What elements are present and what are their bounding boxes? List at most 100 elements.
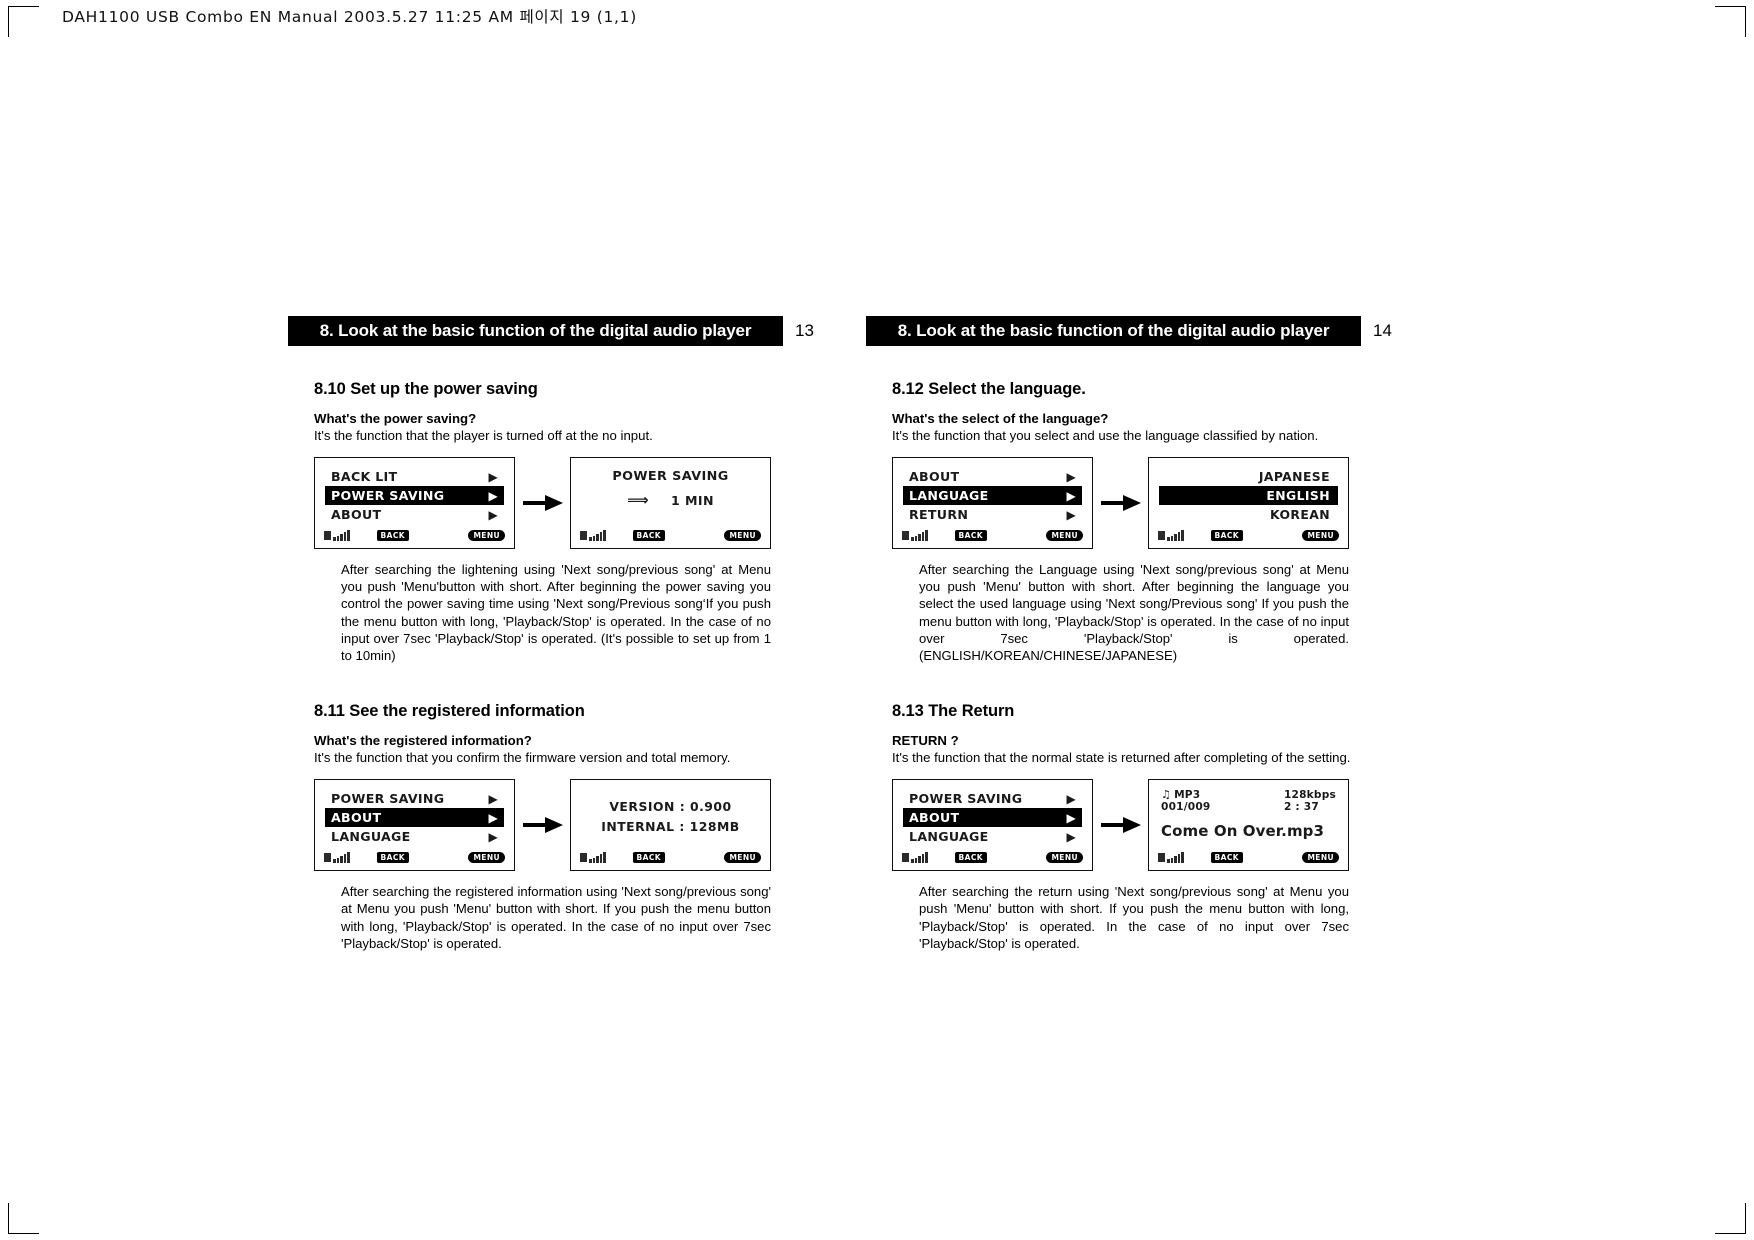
lcd-status-bar: BACK MENU — [893, 850, 1092, 864]
page-header: 8. Look at the basic function of the dig… — [866, 316, 1406, 346]
lcd-menu-item[interactable]: LANGUAGE ▶ — [325, 827, 504, 846]
signal-bar — [603, 851, 606, 863]
lcd-diagram-row: ABOUT ▶ LANGUAGE ▶ RETURN ▶ BACK MENU JAPANESE EN… — [892, 457, 1406, 549]
lcd-screen: POWER SAVING ⟹ 1 MIN BACK MENU — [570, 457, 771, 549]
signal-bar — [1174, 855, 1177, 863]
lcd-language-item[interactable]: KOREAN — [1159, 505, 1338, 524]
lcd-menu-item[interactable]: ABOUT ▶ — [325, 505, 504, 524]
signal-level-icon — [1167, 529, 1184, 541]
back-badge: BACK — [1210, 851, 1243, 863]
play-triangle-icon: ▶ — [488, 507, 498, 522]
lcd-menu-item[interactable]: LANGUAGE ▶ — [903, 827, 1082, 846]
flow-arrow-icon — [1093, 814, 1148, 836]
signal-bar — [347, 851, 350, 863]
play-triangle-icon: ▶ — [488, 791, 498, 806]
lcd-status-bar: BACK MENU — [315, 528, 514, 542]
signal-bar — [918, 855, 921, 863]
now-playing-format: MP3 — [1174, 789, 1201, 802]
menu-badge: MENU — [1046, 529, 1083, 541]
lcd-menu-label: ABOUT — [909, 810, 960, 826]
crop-mark-bottom-left — [8, 1203, 39, 1234]
manual-section: 8.10 Set up the power saving What's the p… — [288, 380, 828, 664]
play-triangle-icon: ▶ — [488, 469, 498, 484]
play-triangle-icon: ▶ — [1066, 810, 1076, 825]
now-playing-track-index: 001/009 — [1161, 801, 1211, 814]
lcd-menu-item-selected[interactable]: POWER SAVING ▶ — [325, 486, 504, 505]
battery-icon — [324, 530, 331, 540]
lcd-menu-label: LANGUAGE — [331, 829, 411, 845]
menu-badge: MENU — [724, 529, 761, 541]
lcd-screen: POWER SAVING ▶ ABOUT ▶ LANGUAGE ▶ BACK MENU — [314, 779, 515, 872]
lcd-menu-item[interactable]: ABOUT ▶ — [903, 467, 1082, 486]
play-triangle-icon: ▶ — [488, 829, 498, 844]
section-body-text: After searching the Language using 'Next… — [919, 562, 1349, 664]
battery-icon — [324, 852, 331, 862]
page-number: 14 — [1373, 321, 1392, 340]
signal-bar — [333, 536, 336, 541]
lcd-language-item[interactable]: JAPANESE — [1159, 467, 1338, 486]
lcd-status-bar: BACK MENU — [893, 528, 1092, 542]
signal-bar — [343, 531, 346, 541]
signal-bar — [918, 533, 921, 541]
lcd-language-item-selected[interactable]: ENGLISH — [1159, 486, 1338, 505]
lcd-menu-label: POWER SAVING — [909, 791, 1023, 807]
lcd-status-bar: BACK MENU — [1149, 528, 1348, 542]
signal-bar — [336, 857, 339, 863]
manual-section: 8.12 Select the language. What's the sele… — [866, 380, 1406, 664]
double-arrow-icon: ⟹ — [627, 491, 649, 509]
lcd-menu-item[interactable]: BACK LIT ▶ — [325, 467, 504, 486]
lcd-menu-item[interactable]: RETURN ▶ — [903, 505, 1082, 524]
flow-arrow-icon — [1093, 492, 1148, 514]
section-body-text: After searching the registered informati… — [341, 884, 771, 951]
lcd-screen: JAPANESE ENGLISH KOREAN BACK MENU — [1148, 457, 1349, 549]
play-triangle-icon: ▶ — [1066, 829, 1076, 844]
now-playing-meta: ♫ MP3 001/009 128kbps 2 : 37 — [1159, 789, 1338, 814]
section-body-text: After searching the return using 'Next s… — [919, 884, 1349, 951]
lcd-status-bar: BACK MENU — [571, 528, 770, 542]
lcd-menu-item[interactable]: POWER SAVING ▶ — [903, 789, 1082, 808]
signal-bar — [340, 855, 343, 863]
signal-bar — [1177, 531, 1180, 541]
chapter-title-bar: 8. Look at the basic function of the dig… — [866, 316, 1361, 346]
back-badge: BACK — [954, 529, 987, 541]
lcd-status-bar: BACK MENU — [571, 850, 770, 864]
lcd-menu-label: RETURN — [909, 507, 969, 522]
lcd-menu-item-selected[interactable]: ABOUT ▶ — [903, 808, 1082, 828]
section-title: 8.13 The Return — [892, 702, 1015, 721]
back-badge: BACK — [632, 529, 665, 541]
back-badge: BACK — [954, 851, 987, 863]
lcd-diagram-row: POWER SAVING ▶ ABOUT ▶ LANGUAGE ▶ BACK MENU ♫ MP3… — [892, 779, 1406, 872]
section-question: What's the power saving? — [314, 411, 477, 426]
manual-page-right: 8. Look at the basic function of the dig… — [866, 316, 1406, 982]
signal-level-icon — [333, 851, 350, 863]
crop-mark-top-left — [8, 6, 39, 37]
now-playing-format-line: ♫ MP3 — [1161, 789, 1211, 802]
signal-bar — [589, 536, 592, 541]
section-answer: It's the function that you confirm the f… — [314, 750, 731, 766]
lcd-menu-item-selected[interactable]: LANGUAGE ▶ — [903, 486, 1082, 505]
lcd-value: 1 MIN — [671, 493, 714, 508]
signal-bar — [921, 853, 924, 863]
section-answer: It's the function that you select and us… — [892, 428, 1319, 443]
lcd-status-bar: BACK MENU — [315, 850, 514, 864]
signal-bar — [596, 533, 599, 541]
lcd-diagram-row: BACK LIT ▶ POWER SAVING ▶ ABOUT ▶ BACK MENU POWE… — [314, 457, 828, 549]
signal-level-icon — [589, 851, 606, 863]
signal-bar — [911, 858, 914, 863]
manual-section: 8.11 See the registered information What'… — [288, 702, 828, 952]
section-title: 8.12 Select the language. — [892, 380, 1086, 398]
menu-badge: MENU — [1302, 851, 1339, 863]
menu-badge: MENU — [724, 851, 761, 863]
signal-bar — [599, 531, 602, 541]
play-triangle-icon: ▶ — [488, 810, 498, 825]
lcd-menu-item[interactable]: POWER SAVING ▶ — [325, 789, 504, 808]
lcd-menu-label: ABOUT — [331, 810, 382, 826]
battery-icon — [580, 852, 587, 862]
signal-bar — [914, 535, 917, 541]
now-playing-time: 2 : 37 — [1283, 801, 1319, 814]
lcd-menu-item-selected[interactable]: ABOUT ▶ — [325, 808, 504, 828]
signal-bar — [1167, 536, 1170, 541]
now-playing-bitrate: 128kbps — [1283, 789, 1336, 802]
lcd-menu-label: ABOUT — [909, 469, 960, 484]
signal-level-icon — [1167, 851, 1184, 863]
